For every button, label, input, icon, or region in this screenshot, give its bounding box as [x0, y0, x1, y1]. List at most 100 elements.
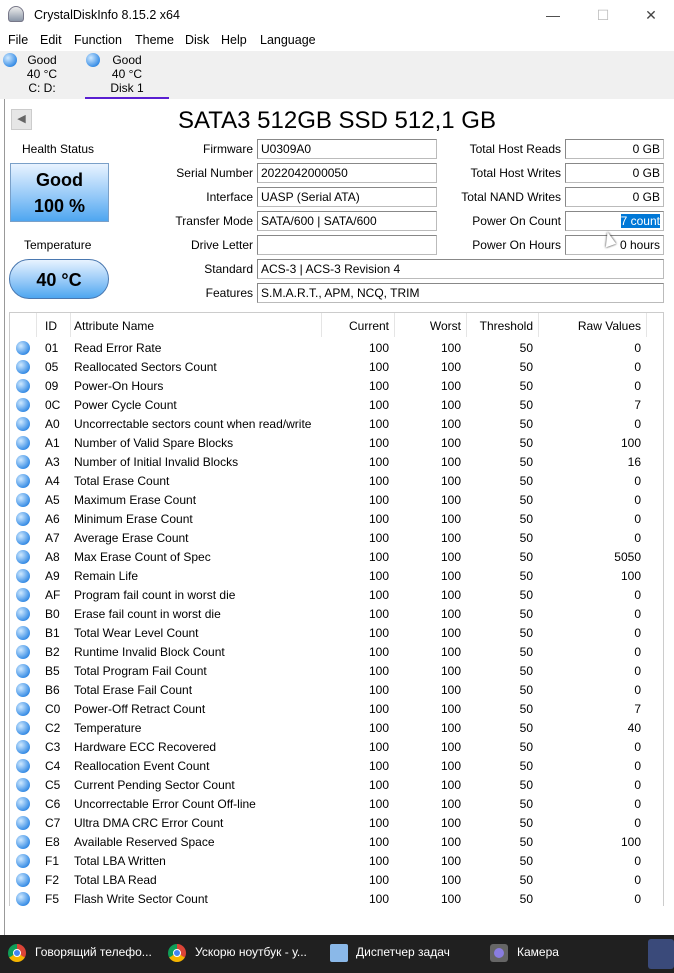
header-current[interactable]: Current — [349, 319, 389, 333]
status-good-icon — [3, 53, 17, 67]
attribute-current: 100 — [368, 721, 389, 735]
disk-tab-disk-1[interactable]: Good 40 °C Disk 1 — [85, 51, 169, 99]
disk-title: SATA3 512GB SSD 512,1 GB — [178, 107, 496, 134]
maximize-button[interactable]: ☐ — [588, 4, 618, 26]
taskbar-item-camera[interactable]: Камера — [517, 945, 559, 959]
menu-theme[interactable]: Theme — [135, 33, 174, 47]
total-nand-writes-field[interactable]: 0 GB — [565, 187, 664, 207]
transfer-mode-field[interactable]: SATA/600 | SATA/600 — [257, 211, 437, 231]
attribute-id: C3 — [45, 740, 61, 754]
features-field[interactable]: S.M.A.R.T., APM, NCQ, TRIM — [257, 283, 664, 303]
header-id[interactable]: ID — [45, 319, 57, 333]
table-row[interactable]: A1 Number of Valid Spare Blocks 100 100 50 10… — [10, 434, 663, 453]
camera-icon — [490, 944, 508, 962]
attribute-name: Program fail count in worst die — [74, 588, 236, 602]
attribute-raw-value: 40 — [627, 721, 641, 735]
taskbar-item-chrome-2[interactable]: Ускорю ноутбук - у... — [195, 945, 307, 959]
interface-field[interactable]: UASP (Serial ATA) — [257, 187, 437, 207]
attribute-current: 100 — [368, 531, 389, 545]
table-row[interactable]: C5 Current Pending Sector Count 100 100 50 0 — [10, 776, 663, 795]
attribute-name: Total Erase Fail Count — [74, 683, 193, 697]
attribute-name: Available Reserved Space — [74, 835, 215, 849]
table-row[interactable]: B6 Total Erase Fail Count 100 100 50 0 — [10, 681, 663, 700]
disk-tab-c-d[interactable]: Good 40 °C C: D: — [0, 51, 84, 99]
table-row[interactable]: C7 Ultra DMA CRC Error Count 100 100 50 0 — [10, 814, 663, 833]
status-good-icon — [16, 740, 30, 754]
table-row[interactable]: C4 Reallocation Event Count 100 100 50 0 — [10, 757, 663, 776]
health-status-badge[interactable]: Good 100 % — [10, 163, 109, 222]
table-row[interactable]: A8 Max Erase Count of Spec 100 100 50 5050 — [10, 548, 663, 567]
attribute-threshold: 50 — [519, 360, 533, 374]
attribute-worst: 100 — [440, 436, 461, 450]
attribute-id: B2 — [45, 645, 60, 659]
table-row[interactable]: C3 Hardware ECC Recovered 100 100 50 0 — [10, 738, 663, 757]
menu-disk[interactable]: Disk — [185, 33, 209, 47]
status-good-icon — [16, 721, 30, 735]
table-row[interactable]: 09 Power-On Hours 100 100 50 0 — [10, 377, 663, 396]
header-attribute-name[interactable]: Attribute Name — [74, 319, 154, 333]
taskbar-item-chrome-1[interactable]: Говорящий телефо... — [35, 945, 152, 959]
table-row[interactable]: B5 Total Program Fail Count 100 100 50 0 — [10, 662, 663, 681]
disk-temp: 40 °C — [111, 67, 143, 81]
attribute-raw-value: 0 — [634, 778, 641, 792]
total-host-writes-field[interactable]: 0 GB — [565, 163, 664, 183]
serial-number-field[interactable]: 2022042000050 — [257, 163, 437, 183]
taskbar-item-task-manager[interactable]: Диспетчер задач — [356, 945, 450, 959]
attribute-worst: 100 — [440, 645, 461, 659]
table-row[interactable]: A5 Maximum Erase Count 100 100 50 0 — [10, 491, 663, 510]
table-row[interactable]: C0 Power-Off Retract Count 100 100 50 7 — [10, 700, 663, 719]
attribute-id: C2 — [45, 721, 61, 735]
table-row[interactable]: F5 Flash Write Sector Count 100 100 50 0 — [10, 890, 663, 909]
attribute-id: A9 — [45, 569, 60, 583]
attribute-current: 100 — [368, 436, 389, 450]
standard-field[interactable]: ACS-3 | ACS-3 Revision 4 — [257, 259, 664, 279]
table-row[interactable]: A9 Remain Life 100 100 50 100 — [10, 567, 663, 586]
power-on-hours-field[interactable]: 0 hours — [565, 235, 664, 255]
table-row[interactable]: A6 Minimum Erase Count 100 100 50 0 — [10, 510, 663, 529]
table-row[interactable]: B0 Erase fail count in worst die 100 100 50 0 — [10, 605, 663, 624]
close-button[interactable]: ✕ — [636, 4, 666, 26]
attribute-current: 100 — [368, 474, 389, 488]
table-row[interactable]: B1 Total Wear Level Count 100 100 50 0 — [10, 624, 663, 643]
table-row[interactable]: B2 Runtime Invalid Block Count 100 100 50 0 — [10, 643, 663, 662]
attribute-raw-value: 100 — [620, 436, 641, 450]
attribute-current: 100 — [368, 835, 389, 849]
attribute-threshold: 50 — [519, 721, 533, 735]
table-row[interactable]: 01 Read Error Rate 100 100 50 0 — [10, 339, 663, 358]
firmware-field[interactable]: U0309A0 — [257, 139, 437, 159]
header-threshold[interactable]: Threshold — [480, 319, 533, 333]
app-icon — [8, 6, 24, 22]
table-row[interactable]: A0 Uncorrectable sectors count when read/… — [10, 415, 663, 434]
header-worst[interactable]: Worst — [430, 319, 461, 333]
table-row[interactable]: C2 Temperature 100 100 50 40 — [10, 719, 663, 738]
status-good-icon — [16, 379, 30, 393]
status-good-icon — [16, 702, 30, 716]
attribute-id: B6 — [45, 683, 60, 697]
menu-file[interactable]: File — [8, 33, 28, 47]
menu-function[interactable]: Function — [74, 33, 122, 47]
table-row[interactable]: AF Program fail count in worst die 100 100 5… — [10, 586, 663, 605]
drive-letter-field[interactable] — [257, 235, 437, 255]
table-row[interactable]: C6 Uncorrectable Error Count Off-line 100 1… — [10, 795, 663, 814]
attribute-id: A4 — [45, 474, 60, 488]
menu-language[interactable]: Language — [260, 33, 316, 47]
minimize-button[interactable]: — — [538, 4, 568, 26]
total-host-reads-field[interactable]: 0 GB — [565, 139, 664, 159]
table-row[interactable]: 0C Power Cycle Count 100 100 50 7 — [10, 396, 663, 415]
power-on-count-field[interactable]: 7 count — [565, 211, 664, 231]
table-row[interactable]: A3 Number of Initial Invalid Blocks 100 100… — [10, 453, 663, 472]
attribute-name: Hardware ECC Recovered — [74, 740, 217, 754]
chrome-icon — [8, 944, 26, 962]
attribute-name: Total LBA Written — [74, 854, 166, 868]
table-row[interactable]: A7 Average Erase Count 100 100 50 0 — [10, 529, 663, 548]
menu-help[interactable]: Help — [221, 33, 247, 47]
table-row[interactable]: A4 Total Erase Count 100 100 50 0 — [10, 472, 663, 491]
crystaldiskinfo-taskbar-icon[interactable] — [648, 939, 674, 969]
table-row[interactable]: F1 Total LBA Written 100 100 50 0 — [10, 852, 663, 871]
table-row[interactable]: E8 Available Reserved Space 100 100 50 100 — [10, 833, 663, 852]
menu-edit[interactable]: Edit — [40, 33, 62, 47]
header-raw-values[interactable]: Raw Values — [578, 319, 641, 333]
status-good-icon — [16, 626, 30, 640]
table-row[interactable]: 05 Reallocated Sectors Count 100 100 50 0 — [10, 358, 663, 377]
table-row[interactable]: F2 Total LBA Read 100 100 50 0 — [10, 871, 663, 890]
